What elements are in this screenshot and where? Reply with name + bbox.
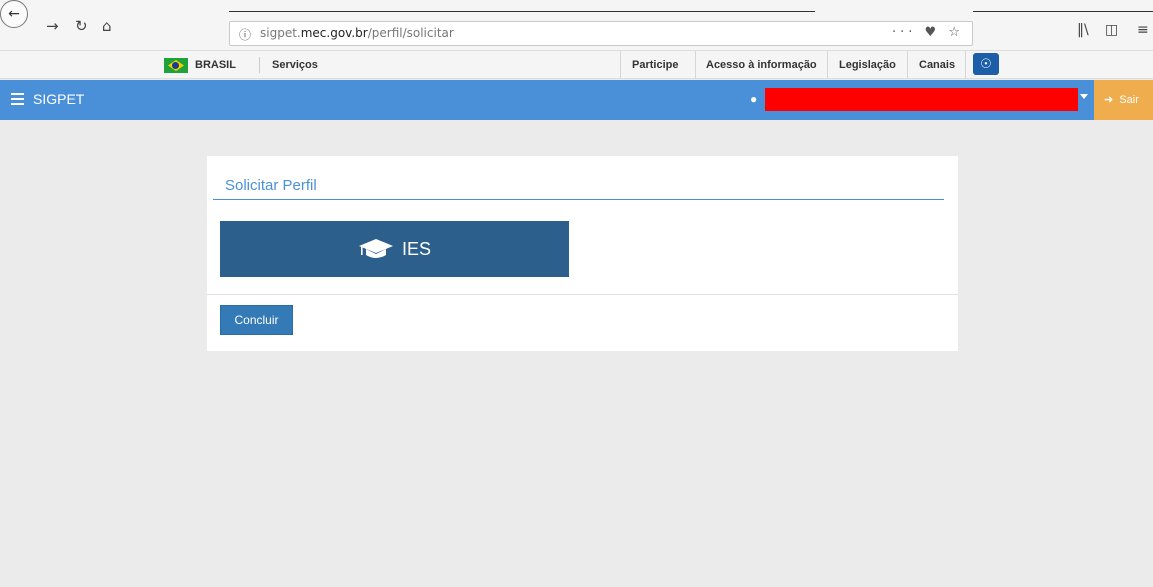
user-name-redacted[interactable] <box>765 88 1078 111</box>
address-bar[interactable]: ⓘ sigpet.mec.gov.br/perfil/solicitar ···… <box>229 21 973 46</box>
graduation-cap-icon <box>358 239 393 258</box>
profile-option-ies[interactable]: IES <box>220 221 569 277</box>
divider <box>907 51 908 79</box>
app-header: SIGPET ● ➜ Sair <box>0 80 1153 120</box>
panel-divider <box>207 294 958 295</box>
logout-icon: ➜ <box>1104 94 1114 106</box>
hamburger-menu-icon[interactable]: ≡ <box>1137 22 1149 38</box>
app-title[interactable]: SIGPET <box>33 91 84 107</box>
back-icon[interactable]: ← <box>0 0 28 28</box>
request-profile-panel: Solicitar Perfil IES Concluir <box>207 156 958 351</box>
logout-label: Sair <box>1119 94 1139 106</box>
divider <box>259 57 260 73</box>
conclude-button[interactable]: Concluir <box>220 305 293 335</box>
library-icon[interactable]: ‖\ <box>1077 22 1089 38</box>
accessibility-icon[interactable]: ☉ <box>973 53 999 75</box>
panel-title: Solicitar Perfil <box>225 177 317 194</box>
gov-link-acesso-informacao[interactable]: Acesso à informação <box>706 51 817 79</box>
browser-toolbar: ← → ↻ ⌂ ⓘ sigpet.mec.gov.br/perfil/solic… <box>0 0 1153 50</box>
chevron-down-icon[interactable] <box>1080 94 1088 99</box>
divider <box>620 51 621 79</box>
gov-bar: BRASIL Serviços Participe Acesso à infor… <box>0 50 1153 79</box>
sidebar-icon[interactable]: ◫ <box>1105 22 1118 38</box>
forward-icon[interactable]: → <box>46 19 59 34</box>
gov-brasil-link[interactable]: BRASIL <box>195 51 236 79</box>
home-icon[interactable]: ⌂ <box>102 19 112 34</box>
divider <box>965 51 966 79</box>
menu-toggle-icon[interactable] <box>11 93 24 105</box>
tab-strip-line-right <box>973 11 1153 12</box>
gov-link-canais[interactable]: Canais <box>919 51 955 79</box>
profile-option-label: IES <box>401 238 431 259</box>
gov-services-link[interactable]: Serviços <box>272 51 318 79</box>
tab-strip-line <box>229 11 815 12</box>
divider <box>827 51 828 79</box>
gov-link-legislacao[interactable]: Legislação <box>839 51 896 79</box>
user-icon: ● <box>750 92 758 106</box>
page-actions[interactable]: ··· ♥ ☆ <box>892 25 964 40</box>
url-text: sigpet.mec.gov.br/perfil/solicitar <box>260 26 454 40</box>
reload-icon[interactable]: ↻ <box>75 19 88 34</box>
title-underline <box>213 199 944 200</box>
gov-link-participe[interactable]: Participe <box>632 51 678 79</box>
divider <box>695 51 696 79</box>
info-icon[interactable]: ⓘ <box>239 26 251 43</box>
logout-button[interactable]: ➜ Sair <box>1094 80 1153 120</box>
brazil-flag-icon <box>164 58 188 73</box>
